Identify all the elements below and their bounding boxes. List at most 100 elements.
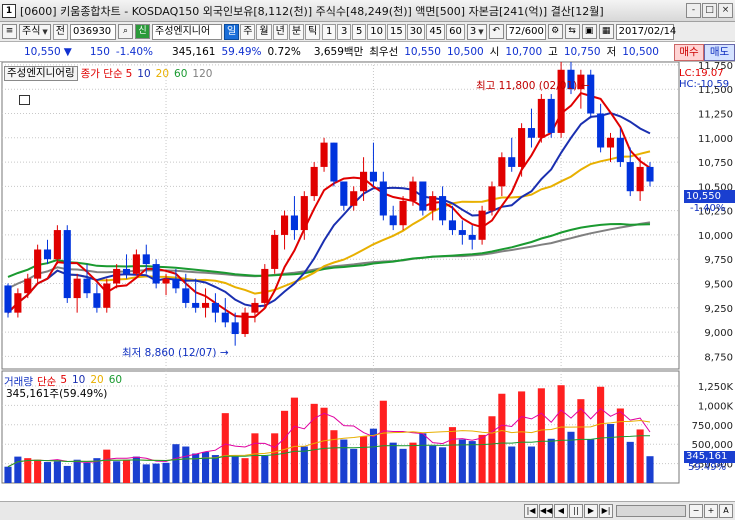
volume-bar xyxy=(24,458,32,483)
candle-body xyxy=(172,278,180,289)
candle-body xyxy=(429,196,437,211)
trade-amount: 3,659백만 xyxy=(313,46,364,58)
volume-bar xyxy=(290,397,298,483)
text-size-icon[interactable]: A xyxy=(719,504,733,518)
candle-body xyxy=(14,293,22,313)
ma-legend-20: 20 xyxy=(155,67,170,80)
volume-bar xyxy=(409,442,417,483)
first-page-icon[interactable]: |◀ xyxy=(524,504,538,518)
volume-bar xyxy=(597,386,605,483)
date-input[interactable]: 2017/02/14 xyxy=(615,23,676,40)
title-bar: 1 [0600] 키움종합차트 - KOSDAQ150 외국인보유[8,112(… xyxy=(0,0,735,22)
volume-bar xyxy=(221,413,229,483)
sell-button[interactable]: 매도 xyxy=(704,44,735,61)
volume-bar xyxy=(448,427,457,483)
chart-area[interactable]: 11,750 11,500 11,250 11,000 10,750 10,500 10,2… xyxy=(0,62,735,484)
credit-icon: 신 xyxy=(135,24,150,39)
ma-title: 종가 단순 xyxy=(80,68,123,80)
interval-button-15[interactable]: 15 xyxy=(386,23,406,40)
period-button-1[interactable]: 주 xyxy=(240,23,256,40)
candle-body xyxy=(182,288,190,303)
candle-body xyxy=(488,186,496,211)
price-tick-label: 9,250 xyxy=(704,304,733,315)
volume-bar xyxy=(379,400,387,483)
period-button-3[interactable]: 년 xyxy=(272,23,288,40)
list-icon[interactable]: ≡ xyxy=(2,24,17,39)
high-annotation: 최고 11,800 (02/01) ← xyxy=(476,80,590,92)
minimize-button[interactable]: - xyxy=(686,3,701,18)
candle-body xyxy=(448,220,457,231)
price-tick-label: 11,250 xyxy=(698,109,733,120)
close-button[interactable]: × xyxy=(718,3,733,18)
next-icon[interactable]: ▶ xyxy=(584,504,598,518)
maximize-button[interactable]: □ xyxy=(702,3,717,18)
volume-bar xyxy=(201,451,210,483)
low-annotation: 최저 8,860 (12/07) → xyxy=(122,347,229,359)
candle-body xyxy=(360,171,368,192)
last-page-icon[interactable]: ▶| xyxy=(599,504,613,518)
volume-bar xyxy=(478,434,486,483)
data-count-field[interactable]: 72/600 xyxy=(505,23,546,40)
period-button-5[interactable]: 틱 xyxy=(305,23,321,40)
candle-body xyxy=(399,200,407,226)
interval-button-1[interactable]: 1 xyxy=(322,23,337,40)
candle-body xyxy=(379,181,387,216)
buy-button[interactable]: 매수 xyxy=(674,44,704,61)
candle-body xyxy=(527,128,536,138)
interval-button-10[interactable]: 10 xyxy=(367,23,386,40)
volume-bar xyxy=(429,445,437,483)
prev-page-icon[interactable]: ◀◀ xyxy=(539,504,553,518)
interval-select[interactable]: 3 ▼ xyxy=(466,23,487,40)
candle-body xyxy=(271,234,279,269)
candle-body xyxy=(389,215,397,226)
all-button[interactable]: 전 xyxy=(52,23,68,40)
save-icon[interactable]: ▣ xyxy=(581,24,597,39)
calendar-icon[interactable]: ▦ xyxy=(598,24,614,39)
prev-icon[interactable]: ◀ xyxy=(554,504,568,518)
high-label: 고 xyxy=(548,46,558,58)
candle-body xyxy=(241,312,249,335)
candle-body xyxy=(4,285,12,313)
price-panel xyxy=(1,62,680,370)
interval-button-60[interactable]: 60 xyxy=(446,23,465,40)
period-button-4[interactable]: 분 xyxy=(288,23,305,40)
volume-bar xyxy=(300,446,308,483)
volume-bar xyxy=(113,461,121,483)
open-price: 10,700 xyxy=(505,45,543,58)
candle-body xyxy=(606,137,615,148)
down-arrow-icon: ▼ xyxy=(63,45,72,58)
navigation-bar: |◀ ◀◀ ◀ || ▶ ▶| − + A xyxy=(0,501,735,520)
best-quote-label: 최우선 xyxy=(369,46,399,58)
candle-body xyxy=(646,166,654,182)
stock-chart[interactable]: 11,75011,50011,25011,00010,75010,50010,2… xyxy=(0,62,735,484)
pause-icon[interactable]: || xyxy=(569,504,583,518)
volume-bar xyxy=(192,453,200,483)
market-select[interactable]: 주식 ▼ xyxy=(19,23,51,40)
candle-body xyxy=(201,302,210,308)
candle-body xyxy=(320,142,328,167)
candle-body xyxy=(300,196,308,231)
volume-bar xyxy=(53,461,61,483)
search-icon[interactable]: ⌕ xyxy=(118,24,133,39)
zoom-in-icon[interactable]: + xyxy=(704,504,718,518)
zoom-out-icon[interactable]: − xyxy=(689,504,703,518)
period-button-2[interactable]: 월 xyxy=(256,23,272,40)
candle-body xyxy=(192,302,200,308)
sync-icon[interactable]: ⇆ xyxy=(564,24,580,39)
interval-button-30[interactable]: 30 xyxy=(406,23,426,40)
grid-icon[interactable] xyxy=(19,95,30,105)
volume-bar xyxy=(439,447,447,483)
volume-value: 345,161 xyxy=(172,45,216,58)
volume-bar xyxy=(271,433,279,483)
history-icon[interactable]: ↶ xyxy=(488,24,504,39)
chart-scrollbar[interactable] xyxy=(616,505,686,517)
volume-bar xyxy=(636,429,644,483)
candle-body xyxy=(350,191,358,206)
stock-code-input[interactable]: 036930 xyxy=(70,23,116,40)
interval-button-5[interactable]: 5 xyxy=(352,23,367,40)
settings-icon[interactable]: ⚙ xyxy=(547,24,563,39)
period-button-0[interactable]: 일 xyxy=(224,23,240,40)
interval-button-45[interactable]: 45 xyxy=(426,23,446,40)
interval-button-3[interactable]: 3 xyxy=(337,23,352,40)
ma-legend-5: 5 xyxy=(125,67,133,80)
